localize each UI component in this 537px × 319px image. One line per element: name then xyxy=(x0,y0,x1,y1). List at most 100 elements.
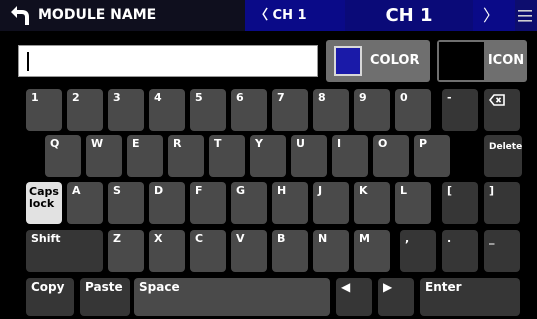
key-label: 4 xyxy=(154,91,162,104)
key-label: M xyxy=(359,232,370,245)
key-label: Space xyxy=(139,280,180,294)
key-6[interactable]: 6 xyxy=(231,89,267,131)
key-a[interactable]: A xyxy=(67,182,103,224)
key-r[interactable]: R xyxy=(168,135,204,177)
key-label: N xyxy=(318,232,328,245)
key-g[interactable]: G xyxy=(231,182,267,224)
key-label: _ xyxy=(489,232,495,245)
key-underscore[interactable]: _ xyxy=(484,230,520,272)
header-bar: MODULE NAME 〈 CH 1 CH 1 〉 xyxy=(0,0,537,31)
key-7[interactable]: 7 xyxy=(272,89,308,131)
key-label: Delete xyxy=(489,142,523,152)
key-8[interactable]: 8 xyxy=(313,89,349,131)
key-i[interactable]: I xyxy=(332,135,368,177)
key-s[interactable]: S xyxy=(108,182,144,224)
key-left-bracket[interactable]: [ xyxy=(442,182,478,224)
key-u[interactable]: U xyxy=(291,135,327,177)
space-key[interactable]: Space xyxy=(134,278,330,316)
key-f[interactable]: F xyxy=(190,182,226,224)
key-j[interactable]: J xyxy=(313,182,349,224)
key-p[interactable]: P xyxy=(414,135,450,177)
key-n[interactable]: N xyxy=(313,230,349,272)
key-q[interactable]: Q xyxy=(45,135,81,177)
key-label: B xyxy=(277,232,286,245)
key-label: G xyxy=(236,184,246,197)
key-label: U xyxy=(296,137,305,150)
key-label: Paste xyxy=(85,280,123,294)
enter-key[interactable]: Enter xyxy=(420,278,520,316)
key-c[interactable]: C xyxy=(190,230,226,272)
key-0[interactable]: 0 xyxy=(395,89,431,131)
key-label: D xyxy=(154,184,164,197)
caps-lock-key[interactable]: Caps lock xyxy=(26,182,62,224)
key-label: P xyxy=(419,137,428,150)
key-label: I xyxy=(337,137,342,150)
key-b[interactable]: B xyxy=(272,230,308,272)
key-w[interactable]: W xyxy=(86,135,122,177)
key-3[interactable]: 3 xyxy=(108,89,144,131)
key-label: Caps lock xyxy=(29,185,59,210)
key-d[interactable]: D xyxy=(149,182,185,224)
key-label: 8 xyxy=(318,91,326,104)
cursor-right-key[interactable]: ▶ xyxy=(378,278,414,316)
key-right-bracket[interactable]: ] xyxy=(484,182,520,224)
next-channel-button[interactable]: 〉 xyxy=(473,0,515,31)
left-arrow-icon: ◀ xyxy=(341,280,351,294)
copy-key[interactable]: Copy xyxy=(26,278,74,316)
cursor-left-key[interactable]: ◀ xyxy=(336,278,372,316)
key-k[interactable]: K xyxy=(354,182,390,224)
key-label: V xyxy=(236,232,245,245)
key-comma[interactable]: , xyxy=(400,230,436,272)
key-5[interactable]: 5 xyxy=(190,89,226,131)
key-label: 9 xyxy=(359,91,367,104)
key-x[interactable]: X xyxy=(149,230,185,272)
key-t[interactable]: T xyxy=(209,135,245,177)
key-1[interactable]: 1 xyxy=(26,89,62,131)
channel-strip: 〈 CH 1 CH 1 〉 xyxy=(245,0,537,31)
current-channel: CH 1 xyxy=(345,0,473,31)
module-name-screen: MODULE NAME 〈 CH 1 CH 1 〉 COLOR ICON 1 2… xyxy=(0,0,537,319)
key-e[interactable]: E xyxy=(127,135,163,177)
key-label: 3 xyxy=(113,91,121,104)
icon-button[interactable]: ICON xyxy=(437,40,527,82)
key-label: 0 xyxy=(400,91,408,104)
key-label: Z xyxy=(113,232,121,245)
color-button[interactable]: COLOR xyxy=(326,40,430,82)
key-2[interactable]: 2 xyxy=(67,89,103,131)
key-period[interactable]: . xyxy=(442,230,478,272)
key-label: K xyxy=(359,184,368,197)
menu-icon[interactable] xyxy=(518,10,532,22)
key-label: Shift xyxy=(31,232,61,245)
paste-key[interactable]: Paste xyxy=(80,278,130,316)
module-name-input[interactable] xyxy=(18,45,318,77)
delete-key[interactable]: Delete xyxy=(484,135,522,177)
key-l[interactable]: L xyxy=(395,182,431,224)
key-label: Y xyxy=(255,137,263,150)
key-label: F xyxy=(195,184,203,197)
key-4[interactable]: 4 xyxy=(149,89,185,131)
key-9[interactable]: 9 xyxy=(354,89,390,131)
color-label: COLOR xyxy=(370,53,420,68)
key-z[interactable]: Z xyxy=(108,230,144,272)
key-label: Enter xyxy=(425,280,462,294)
key-o[interactable]: O xyxy=(373,135,409,177)
key-m[interactable]: M xyxy=(354,230,390,272)
shift-key[interactable]: Shift xyxy=(26,230,103,272)
icon-preview xyxy=(439,42,484,80)
key-h[interactable]: H xyxy=(272,182,308,224)
key-label: 2 xyxy=(72,91,80,104)
key-label: S xyxy=(113,184,121,197)
back-arrow-icon[interactable] xyxy=(8,4,32,26)
key-v[interactable]: V xyxy=(231,230,267,272)
key-label: [ xyxy=(447,184,453,197)
key-label: T xyxy=(214,137,222,150)
key-y[interactable]: Y xyxy=(250,135,286,177)
key-label: A xyxy=(72,184,81,197)
backspace-key[interactable] xyxy=(484,89,520,131)
key-label: E xyxy=(132,137,140,150)
prev-channel-button[interactable]: 〈 CH 1 xyxy=(245,0,345,31)
key-hyphen[interactable]: - xyxy=(442,89,478,131)
key-label: 5 xyxy=(195,91,203,104)
key-label: . xyxy=(447,232,452,245)
text-cursor xyxy=(27,52,29,71)
